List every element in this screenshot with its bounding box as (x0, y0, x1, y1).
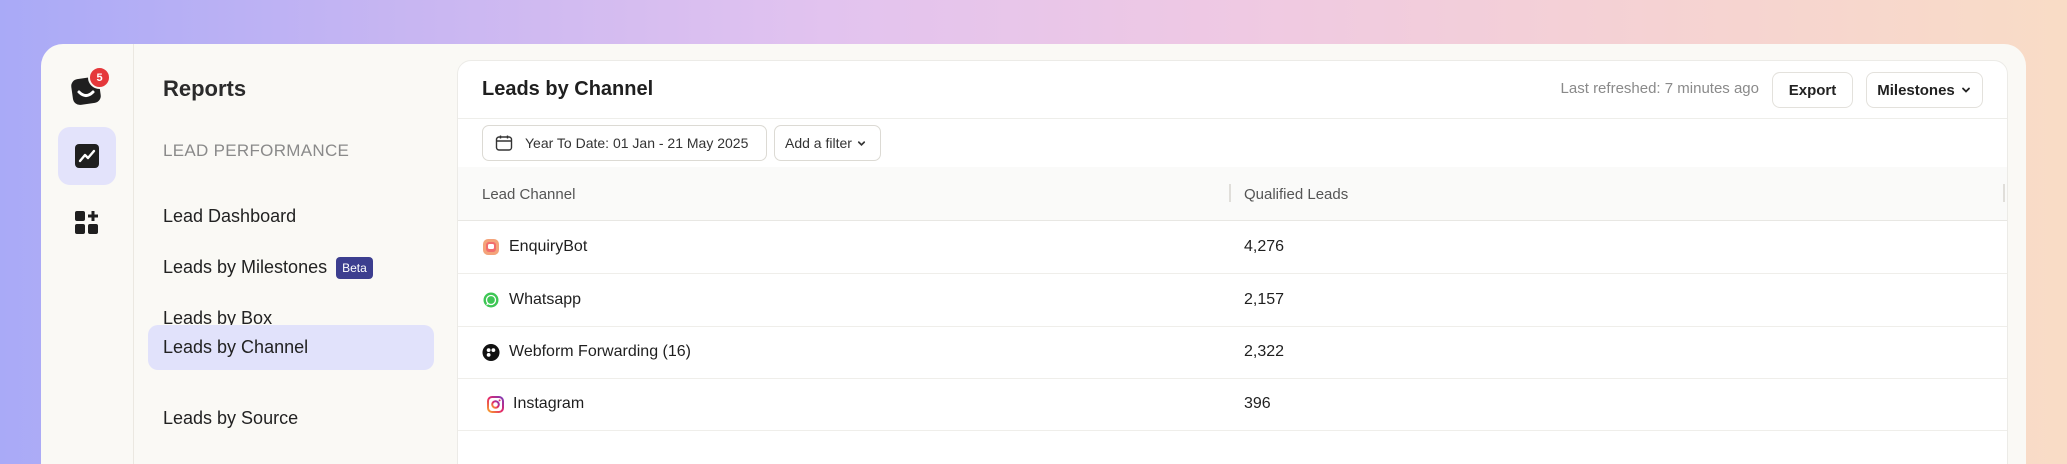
channel-cell: Webform Forwarding (16) (482, 326, 691, 378)
section-label: LEAD PERFORMANCE (163, 141, 350, 160)
table-row[interactable]: Instagram 396 (458, 378, 2007, 431)
milestones-label: Milestones (1877, 81, 1955, 99)
column-header-qualified-leads[interactable]: Qualified Leads (1244, 186, 1348, 203)
sidebar-item-leads-by-milestones[interactable]: Leads by Milestones Beta (148, 245, 434, 290)
sidebar-item-lead-dashboard[interactable]: Lead Dashboard (148, 194, 434, 239)
channel-name: EnquiryBot (509, 238, 588, 255)
instagram-icon (486, 395, 504, 413)
sidebar-title: Reports (163, 76, 247, 101)
add-filter-label: Add a filter (785, 135, 852, 151)
qualified-leads-value: 396 (1244, 395, 1271, 412)
channel-name: Whatsapp (509, 291, 582, 308)
header-divider (458, 118, 2007, 119)
last-refreshed-text: Last refreshed: 7 minutes ago (1560, 80, 1759, 97)
date-range-filter[interactable]: Year To Date: 01 Jan - 21 May 2025 (482, 125, 767, 161)
date-range-label: Year To Date: 01 Jan - 21 May 2025 (525, 135, 749, 151)
qualified-leads-value: 2,157 (1244, 291, 1285, 308)
column-resize-handle[interactable] (1229, 184, 1231, 202)
sidebar-item-leads-by-source[interactable]: Leads by Source (148, 396, 434, 441)
page-title: Leads by Channel (482, 78, 654, 100)
export-label: Export (1788, 81, 1837, 99)
trend-chart-icon (75, 144, 99, 168)
channel-name: Instagram (513, 395, 585, 412)
sidebar-item-label: Leads by Source (163, 408, 299, 428)
qualified-leads-value: 2,322 (1244, 343, 1285, 360)
reports-nav-button[interactable] (58, 127, 116, 185)
column-resize-handle[interactable] (2003, 184, 2005, 202)
channel-cell: Whatsapp (482, 274, 581, 326)
apps-nav-button[interactable] (58, 194, 116, 252)
channel-cell: EnquiryBot (482, 221, 587, 273)
table-row[interactable]: Whatsapp 2,157 (458, 274, 2007, 327)
sidebar-item-label: Lead Dashboard (163, 206, 297, 226)
apps-add-icon (75, 211, 98, 234)
app-window: 5 Reports LEAD PERFORMANCE Lead Dashboar… (41, 44, 2026, 464)
sidebar-item-leads-by-channel[interactable]: Leads by Channel (148, 325, 434, 370)
export-button[interactable]: Export (1772, 72, 1853, 108)
qualified-leads-value: 4,276 (1244, 238, 1285, 255)
channel-name: Webform Forwarding (16) (509, 343, 691, 360)
table-row[interactable]: EnquiryBot 4,276 (458, 221, 2007, 274)
chevron-down-icon (857, 140, 866, 146)
reports-sidebar: Reports LEAD PERFORMANCE Lead Dashboard … (133, 44, 483, 464)
chevron-down-icon (1961, 87, 1970, 93)
add-filter-button[interactable]: Add a filter (774, 125, 881, 161)
beta-badge: Beta (336, 256, 373, 279)
enquirybot-icon (482, 238, 500, 256)
milestones-dropdown[interactable]: Milestones (1866, 72, 1983, 108)
channel-cell: Instagram (482, 378, 584, 430)
whatsapp-icon (482, 291, 500, 309)
calendar-icon (495, 135, 513, 151)
sidebar-item-label: Leads by Channel (163, 337, 309, 357)
sidebar-item-label: Leads by Milestones (163, 257, 328, 277)
column-header-lead-channel[interactable]: Lead Channel (482, 186, 575, 203)
webform-icon (482, 343, 500, 361)
report-panel: Leads by Channel Last refreshed: 7 minut… (457, 60, 2008, 464)
table-row[interactable]: Webform Forwarding (16) 2,322 (458, 326, 2007, 379)
notification-badge[interactable]: 5 (88, 66, 111, 89)
icon-rail: 5 (41, 44, 134, 464)
table-header: Lead Channel Qualified Leads (458, 167, 2007, 221)
